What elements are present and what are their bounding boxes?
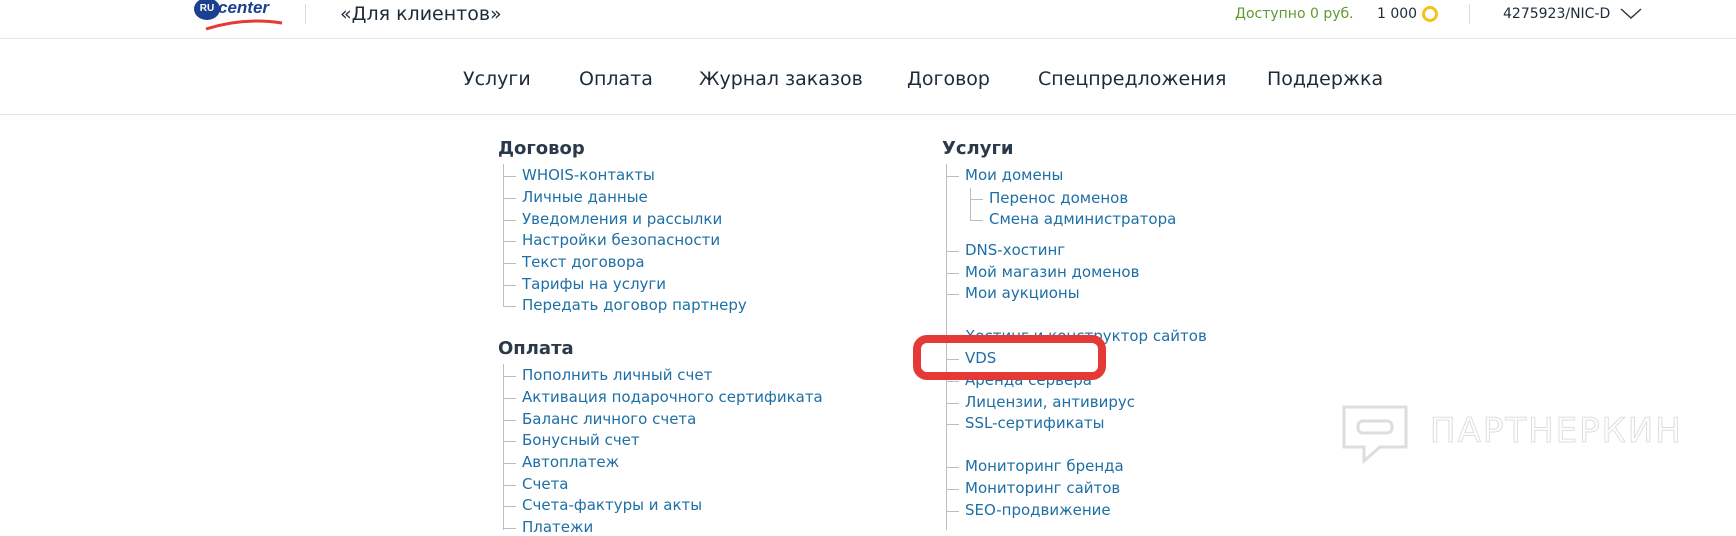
tree-branch: [503, 485, 516, 486]
tree-branch: [503, 220, 516, 221]
watermark-text: ПАРТНЕРКИН: [1430, 411, 1683, 452]
tree-branch: [946, 511, 959, 512]
watermark: ПАРТНЕРКИН: [1340, 403, 1720, 465]
link-invoices[interactable]: Счета: [522, 475, 569, 493]
tree-branch: [946, 273, 959, 274]
partnerkin-logo-icon: [1342, 405, 1408, 465]
section-title-contract: Договор: [498, 138, 585, 159]
tree-line-sub: [970, 188, 971, 220]
link-domain-shop[interactable]: Мой магазин доменов: [965, 263, 1139, 281]
link-bonus-account[interactable]: Бонусный счет: [522, 431, 640, 449]
link-tariffs[interactable]: Тарифы на услуги: [522, 275, 666, 293]
link-auctions[interactable]: Мои аукционы: [965, 284, 1080, 302]
tree-branch: [946, 251, 959, 252]
section-title-services: Услуги: [942, 138, 1014, 159]
link-site-monitoring[interactable]: Мониторинг сайтов: [965, 479, 1120, 497]
tree-branch: [503, 398, 516, 399]
section-title-payment: Оплата: [498, 338, 574, 359]
main-nav: Услуги Оплата Журнал заказов Договор Спе…: [0, 39, 1736, 115]
bonus-count[interactable]: 1 000: [1377, 6, 1417, 22]
tree-branch: [503, 463, 516, 464]
tree-branch: [503, 176, 516, 177]
nav-services[interactable]: Услуги: [463, 68, 531, 90]
link-ssl-certificates[interactable]: SSL-сертификаты: [965, 414, 1104, 432]
logo-swoosh-icon: [205, 19, 283, 31]
link-notifications[interactable]: Уведомления и рассылки: [522, 210, 722, 228]
link-top-up[interactable]: Пополнить личный счет: [522, 366, 712, 384]
tree-branch: [503, 528, 516, 529]
tree-branch: [970, 199, 983, 200]
link-payments[interactable]: Платежи: [522, 518, 593, 536]
tree-branch: [946, 467, 959, 468]
link-contract-text[interactable]: Текст договора: [522, 253, 645, 271]
tree-branch: [503, 241, 516, 242]
tree-branch: [946, 489, 959, 490]
balance-text[interactable]: Доступно 0 руб.: [1235, 6, 1354, 22]
ru-center-logo[interactable]: RU center: [194, 0, 284, 32]
tree-branch: [503, 376, 516, 377]
coin-icon: [1422, 6, 1438, 22]
link-domain-transfer[interactable]: Перенос доменов: [989, 189, 1128, 207]
link-personal-data[interactable]: Личные данные: [522, 188, 648, 206]
tree-branch: [946, 424, 959, 425]
link-seo[interactable]: SEO-продвижение: [965, 501, 1111, 519]
highlight-annotation: [913, 335, 1106, 380]
nav-contract[interactable]: Договор: [907, 68, 990, 90]
tree-branch: [503, 263, 516, 264]
tree-branch: [503, 198, 516, 199]
tree-branch: [946, 381, 959, 382]
site-title: «Для клиентов»: [340, 3, 502, 25]
tree-branch: [946, 294, 959, 295]
tree-branch: [503, 420, 516, 421]
nav-orders[interactable]: Журнал заказов: [699, 68, 863, 90]
account-id[interactable]: 4275923/NIC-D: [1503, 6, 1610, 22]
header-divider: [305, 4, 306, 24]
link-dns-hosting[interactable]: DNS-хостинг: [965, 241, 1065, 259]
logo-text: center: [218, 0, 270, 17]
link-my-domains[interactable]: Мои домены: [965, 166, 1063, 184]
link-security-settings[interactable]: Настройки безопасности: [522, 231, 720, 249]
tree-branch: [503, 306, 516, 307]
nav-special-offers[interactable]: Спецпредложения: [1038, 68, 1226, 90]
logo-badge: RU: [194, 0, 220, 20]
tree-branch: [503, 506, 516, 507]
link-gift-certificate[interactable]: Активация подарочного сертификата: [522, 388, 823, 406]
nav-payment[interactable]: Оплата: [579, 68, 653, 90]
link-brand-monitoring[interactable]: Мониторинг бренда: [965, 457, 1124, 475]
link-whois-contacts[interactable]: WHOIS-контакты: [522, 166, 655, 184]
tree-branch: [946, 176, 959, 177]
tree-branch: [503, 285, 516, 286]
tree-branch: [503, 441, 516, 442]
link-transfer-contract[interactable]: Передать договор партнеру: [522, 296, 747, 314]
top-bar: RU center «Для клиентов» Доступно 0 руб.…: [0, 0, 1736, 39]
header-divider: [1469, 4, 1470, 24]
link-tax-invoices[interactable]: Счета-фактуры и акты: [522, 496, 702, 514]
tree-branch: [946, 403, 959, 404]
chevron-down-icon[interactable]: [1619, 5, 1643, 21]
tree-branch: [970, 220, 983, 221]
link-licenses-antivirus[interactable]: Лицензии, антивирус: [965, 393, 1135, 411]
nav-support[interactable]: Поддержка: [1267, 68, 1383, 90]
link-autopay[interactable]: Автоплатеж: [522, 453, 619, 471]
link-account-balance[interactable]: Баланс личного счета: [522, 410, 696, 428]
link-change-admin[interactable]: Смена администратора: [989, 210, 1176, 228]
